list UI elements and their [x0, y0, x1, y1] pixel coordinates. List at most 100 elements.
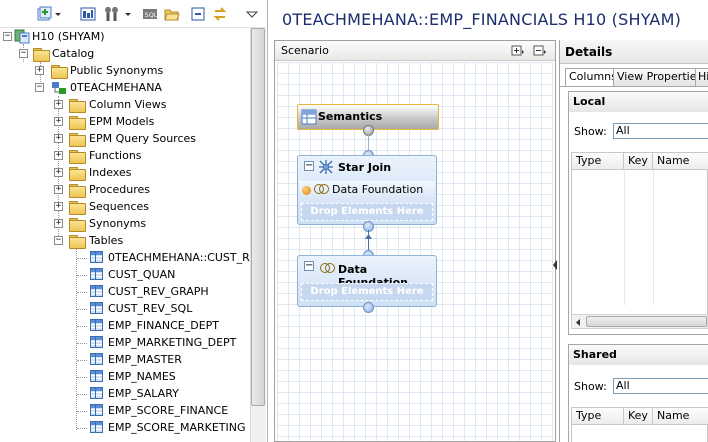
arrow-up-icon	[365, 229, 372, 239]
editor-title: 0TEACHMEHANA::EMP_FINANCIALS H10 (SHYAM)	[282, 10, 682, 29]
table-item[interactable]: CUST_REV_SQL	[0, 300, 250, 317]
chevron-down-icon[interactable]	[124, 6, 132, 22]
tree-item-schema[interactable]: − 0TEACHMEHANA	[0, 79, 250, 96]
tree-item-column-views[interactable]: + Column Views	[0, 96, 250, 113]
arrow-left-icon[interactable]	[574, 317, 583, 326]
column-header-key[interactable]: Key	[624, 408, 653, 425]
tree-item-indexes[interactable]: + Indexes	[0, 164, 250, 181]
local-horizontal-scrollbar[interactable]	[571, 314, 708, 329]
collapse-toggle-icon[interactable]: −	[3, 32, 12, 41]
new-icon[interactable]	[36, 6, 52, 22]
table-item[interactable]: EMP_SALARY	[0, 385, 250, 402]
expand-toggle-icon[interactable]: +	[54, 185, 63, 194]
layout-icon[interactable]	[80, 6, 96, 22]
tree-item-tables[interactable]: − Tables	[0, 232, 250, 249]
table-item-label: EMP_SALARY	[108, 387, 179, 400]
tree-item-root[interactable]: − H10 (SHYAM)	[0, 28, 250, 45]
expand-toggle-icon[interactable]: +	[54, 151, 63, 160]
tree-item-functions[interactable]: + Functions	[0, 147, 250, 164]
collapse-toggle-icon[interactable]: −	[19, 49, 28, 58]
tree-guide	[77, 292, 87, 293]
star-join-node[interactable]: − Star Join Data Foundation Drop Element…	[297, 155, 437, 225]
expand-toggle-icon[interactable]: +	[54, 202, 63, 211]
tree-item-sequences[interactable]: + Sequences	[0, 198, 250, 215]
collapse-all-icon[interactable]	[533, 44, 547, 58]
tree-guide	[77, 360, 87, 361]
tab-view-properties[interactable]: View Properties	[613, 68, 707, 86]
expand-all-icon[interactable]	[511, 44, 525, 58]
tools-icon[interactable]	[104, 6, 120, 22]
column-header-name[interactable]: Name	[653, 153, 708, 170]
table-item[interactable]: CUST_REV_GRAPH	[0, 283, 250, 300]
column-header-name[interactable]: Name	[653, 408, 708, 425]
tree-item-procedures[interactable]: + Procedures	[0, 181, 250, 198]
collapse-toggle-icon[interactable]: −	[54, 236, 63, 245]
tree-item-label: EPM Models	[89, 115, 155, 128]
expand-toggle-icon[interactable]: +	[54, 134, 63, 143]
shared-section-title: Shared	[569, 345, 708, 365]
column-header-type[interactable]: Type	[572, 153, 624, 170]
data-foundation-node[interactable]: − Data Foundation Drop Elements Here	[297, 255, 437, 307]
table-item[interactable]: EMP_MASTER	[0, 351, 250, 368]
tree-scrollbar-thumb[interactable]	[251, 28, 265, 406]
details-title: Details	[565, 45, 613, 59]
table-item[interactable]: 0TEACHMEHANA::CUST_REV	[0, 249, 264, 266]
folder-icon	[69, 201, 86, 215]
column-divider	[624, 170, 625, 305]
tab-hierarchies[interactable]: Hi	[695, 68, 708, 86]
svg-text:SQL: SQL	[145, 11, 158, 19]
table-icon	[90, 268, 103, 280]
connector-port[interactable]	[363, 302, 374, 313]
table-item[interactable]: EMP_SCORE_MARKETING	[0, 419, 250, 436]
tree-item-synonyms[interactable]: + Synonyms	[0, 215, 250, 232]
collapse-toggle-icon[interactable]: −	[35, 83, 44, 92]
expand-toggle-icon[interactable]: +	[54, 168, 63, 177]
tree-item-label: Synonyms	[89, 217, 147, 230]
column-header-type[interactable]: Type	[572, 408, 624, 425]
collapse-icon[interactable]: −	[304, 261, 314, 271]
expand-toggle-icon[interactable]: +	[54, 100, 63, 109]
tree-item-epm-models[interactable]: + EPM Models	[0, 113, 250, 130]
expand-toggle-icon[interactable]: +	[35, 66, 44, 75]
show-filter-select[interactable]: All	[613, 123, 708, 139]
tree-item-catalog[interactable]: − Catalog	[0, 45, 250, 62]
chevron-down-icon[interactable]	[54, 6, 62, 22]
tree-item-public-synonyms[interactable]: + Public Synonyms	[0, 62, 250, 79]
table-item[interactable]: CUST_QUAN	[0, 266, 250, 283]
table-item[interactable]: EMP_NAMES	[0, 368, 250, 385]
status-indicator-icon	[302, 186, 311, 195]
sql-icon[interactable]: SQL	[142, 6, 158, 22]
shared-columns-table[interactable]: Type Key Name	[571, 407, 708, 442]
table-item-label: EMP_MASTER	[108, 353, 182, 366]
folder-icon	[51, 65, 68, 79]
table-icon	[90, 251, 103, 263]
sync-icon[interactable]	[212, 6, 228, 22]
table-icon	[90, 421, 103, 433]
expand-toggle-icon[interactable]: +	[54, 117, 63, 126]
expand-toggle-icon[interactable]: +	[54, 219, 63, 228]
table-item[interactable]: EMP_FINANCE_DEPT	[0, 317, 250, 334]
show-filter-select[interactable]: All	[613, 378, 708, 394]
tree-item-epm-query-sources[interactable]: + EPM Query Sources	[0, 130, 250, 147]
column-header-key[interactable]: Key	[624, 153, 653, 170]
collapse-icon[interactable]: −	[304, 161, 314, 171]
star-join-title: Star Join	[338, 161, 392, 174]
tree-item-label: Procedures	[89, 183, 150, 196]
drop-zone[interactable]: Drop Elements Here	[301, 283, 433, 301]
scrollbar-thumb[interactable]	[586, 316, 707, 327]
table-icon	[90, 404, 103, 416]
table-item[interactable]: EMP_MARKETING_DEPT	[0, 334, 250, 351]
scenario-canvas[interactable]: Semantics − Star Join Data Foundation Dr…	[277, 62, 553, 441]
open-folder-icon[interactable]	[164, 6, 180, 22]
drop-zone[interactable]: Drop Elements Here	[301, 203, 433, 221]
table-item-label: CUST_QUAN	[108, 268, 176, 281]
menu-icon[interactable]	[244, 6, 260, 22]
table-item[interactable]: EMP_SCORE_FINANCE	[0, 402, 250, 419]
table-item-label: EMP_FINANCE_DEPT	[108, 319, 220, 332]
local-columns-table[interactable]: Type Key Name	[571, 152, 708, 322]
tree-guide	[77, 343, 87, 344]
tree-item-label: Indexes	[89, 166, 132, 179]
table-icon	[90, 319, 103, 331]
column-divider	[653, 170, 654, 305]
collapse-icon[interactable]	[190, 6, 206, 22]
